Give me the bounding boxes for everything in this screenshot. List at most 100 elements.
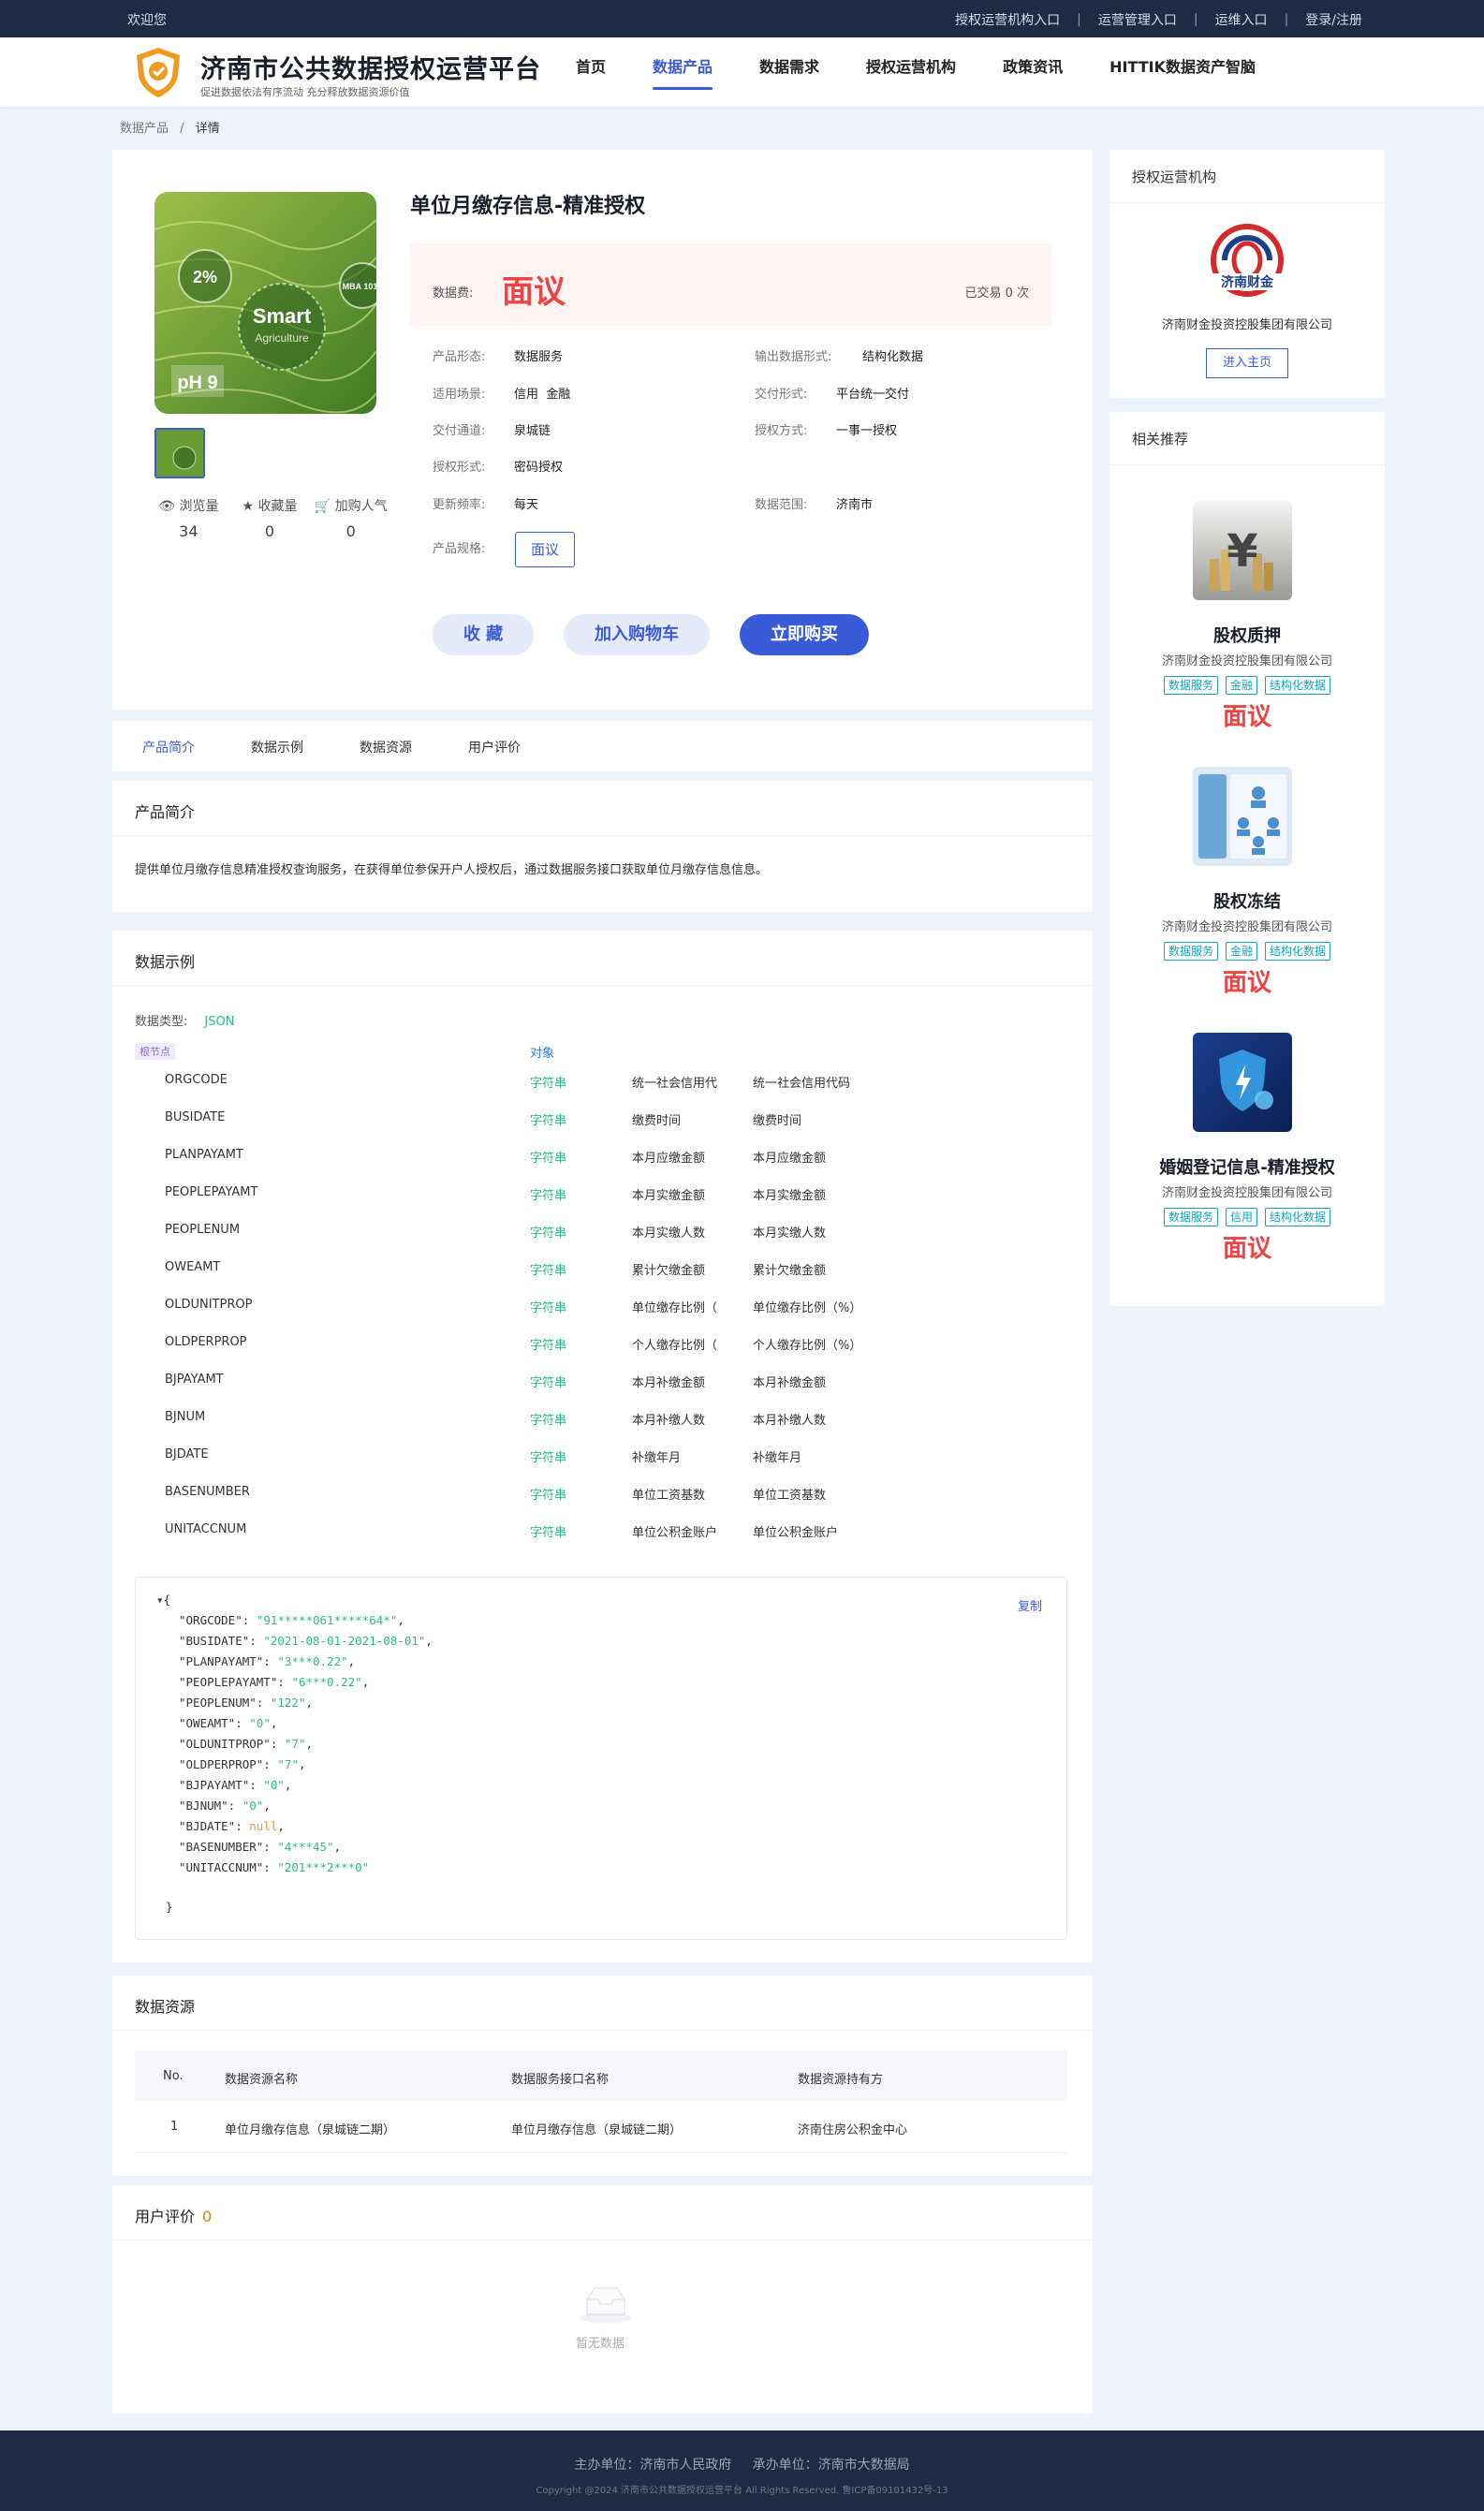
json-line: "BJPAYAMT": "0", (179, 1778, 291, 1792)
favorite-button[interactable]: 收 藏 (433, 614, 534, 655)
field-remark: 本月补缴金额 (753, 1376, 827, 1390)
json-open-brace[interactable]: ▾{ (156, 1593, 170, 1607)
field-remark: 本月实缴人数 (753, 1226, 827, 1241)
breadcrumb-current: 详情 (195, 122, 220, 136)
empty-box-icon (580, 2287, 632, 2323)
field-name: BJNUM (165, 1410, 206, 1424)
buy-now-button[interactable]: 立即购买 (740, 614, 869, 655)
divider (1109, 202, 1385, 203)
attr-form: 产品形态: 数据服务 (433, 350, 564, 364)
tab-reviews[interactable]: 用户评价 (468, 738, 521, 756)
json-line: "BJNUM": "0", (179, 1799, 271, 1813)
col-resource-name: 数据资源名称 (225, 2073, 299, 2087)
recommendation-item[interactable]: ¥ 股权质押 济南财金投资控股集团有限公司 数据服务 金融 结构化数据 面议 (1109, 501, 1385, 754)
operator-title: 授权运营机构 (1132, 169, 1217, 185)
add-to-cart-button[interactable]: 加入购物车 (564, 614, 710, 655)
maintenance-link[interactable]: 运维入口 (1215, 10, 1268, 29)
field-type: 字符串 (530, 1376, 567, 1390)
json-key: "BJPAYAMT": (179, 1778, 264, 1792)
breadcrumb-parent[interactable]: 数据产品 (120, 122, 169, 136)
json-comma: , (284, 1778, 292, 1792)
divider (112, 2239, 1093, 2240)
field-name: OWEAMT (165, 1260, 221, 1274)
copy-button[interactable]: 复制 (1018, 1596, 1042, 1614)
tab-intro[interactable]: 产品简介 (142, 738, 195, 756)
nav-home[interactable]: 首页 (576, 37, 606, 107)
field-row: OWEAMT 字符串 累计欠缴金额 累计欠缴金额 (112, 1260, 1093, 1298)
json-line: "BJDATE": null, (179, 1819, 285, 1833)
field-row: PEOPLENUM 字符串 本月实缴人数 本月实缴人数 (112, 1223, 1093, 1260)
product-thumbnail[interactable] (154, 428, 205, 478)
json-key: "PLANPAYAMT": (179, 1654, 278, 1668)
field-desc: 本月应缴金额 (632, 1152, 706, 1166)
price-box: 数据费: 面议 已交易 0 次 (410, 243, 1051, 326)
field-remark: 个人缴存比例（%） (753, 1339, 862, 1353)
resources-title: 数据资源 (135, 1998, 196, 2016)
intro-text: 提供单位月缴存信息精准授权查询服务，在获得单位参保开户人授权后，通过数据服务接口… (135, 863, 769, 877)
nav-data-products[interactable]: 数据产品 (653, 37, 713, 107)
json-key: "OWEAMT": (179, 1716, 250, 1730)
data-type: 数据类型: JSON (135, 1011, 234, 1029)
field-name: OLDUNITPROP (165, 1298, 253, 1312)
tag: 信用 (1225, 1208, 1257, 1226)
recommendation-company: 济南财金投资控股集团有限公司 (1161, 654, 1332, 668)
field-row: BJDATE 字符串 补缴年月 补缴年月 (112, 1447, 1093, 1485)
nav-hittik[interactable]: HITTIK数据资产智脑 (1109, 37, 1256, 107)
nav-operators[interactable]: 授权运营机构 (866, 37, 956, 107)
recommendation-item[interactable]: 股权冻结 济南财金投资控股集团有限公司 数据服务 金融 结构化数据 面议 (1109, 767, 1385, 1020)
platform-subtitle: 促进数据依法有序流动 充分释放数据资源价值 (200, 86, 410, 98)
json-key: "PEOPLENUM": (179, 1696, 271, 1710)
json-value: null (249, 1819, 278, 1833)
nav-data-demands[interactable]: 数据需求 (759, 37, 819, 107)
json-line: "BUSIDATE": "2021-08-01-2021-08-01", (179, 1634, 433, 1648)
attr-output: 输出数据形式: 结构化数据 (755, 350, 924, 364)
attr-auth: 授权方式: 一事一授权 (755, 424, 898, 438)
field-row: PEOPLEPAYAMT 字符串 本月实缴金额 本月实缴金额 (112, 1185, 1093, 1223)
shield-logo-icon[interactable] (131, 45, 185, 99)
price-label: 数据费: (433, 286, 474, 301)
enter-homepage-button[interactable]: 进入主页 (1206, 348, 1288, 378)
login-register-link[interactable]: 登录/注册 (1305, 10, 1362, 29)
json-line: "PEOPLEPAYAMT": "6***0.22", (179, 1675, 369, 1689)
attr-frequency: 更新频率: 每天 (433, 498, 539, 512)
recommendation-tags: 数据服务 信用 结构化数据 (1109, 1208, 1385, 1226)
intro-section: 产品简介 提供单位月缴存信息精准授权查询服务，在获得单位参保开户人授权后，通过数… (112, 781, 1093, 912)
product-detail-card: Smart Agriculture 2% pH 9 MBA 1010 👁 浏览量… (112, 150, 1093, 710)
json-value: "0" (242, 1799, 264, 1813)
json-line: "OLDPERPROP": "7", (179, 1757, 305, 1771)
operator-portal-link[interactable]: 授权运营机构入口 (955, 10, 1060, 29)
footer-copyright: Copyright @2024 济南市公共数据授权运营平台 All Rights… (536, 2486, 948, 2496)
recommendation-item[interactable]: 婚姻登记信息-精准授权 济南财金投资控股集团有限公司 数据服务 信用 结构化数据… (1109, 1033, 1385, 1285)
field-row: BJNUM 字符串 本月补缴人数 本月补缴人数 (112, 1410, 1093, 1447)
field-remark: 累计欠缴金额 (753, 1264, 827, 1278)
root-node-tag: 根节点 (135, 1043, 175, 1060)
json-key: "BJDATE": (179, 1819, 250, 1833)
field-name: BASENUMBER (165, 1485, 250, 1499)
field-type: 字符串 (530, 1489, 567, 1503)
ops-admin-link[interactable]: 运营管理入口 (1098, 10, 1177, 29)
breadcrumb-sep: / (180, 122, 184, 136)
nav-policy-news[interactable]: 政策资讯 (1003, 37, 1063, 107)
tab-sample[interactable]: 数据示例 (251, 738, 303, 756)
star-icon: ★ (242, 499, 255, 514)
json-line: "BASENUMBER": "4***45", (179, 1840, 341, 1854)
attr-spec: 产品规格: (433, 542, 486, 556)
cell-api-name: 单位月缴存信息（泉城链二期） (511, 2123, 683, 2137)
json-line: "UNITACCNUM": "201***2***0" (179, 1860, 369, 1874)
json-key: "PEOPLEPAYAMT": (179, 1675, 292, 1689)
recommendation-price: 面议 (1222, 969, 1271, 997)
product-stats: 👁 浏览量 34 ★ 收藏量 0 🛒 加购人气 0 (152, 496, 395, 540)
favorites-label: 收藏量 (257, 499, 298, 514)
json-value: "91*****061*****64*" (256, 1613, 398, 1627)
recommendation-name: 股权冻结 (1213, 892, 1281, 912)
json-value: "7" (277, 1757, 299, 1771)
spec-option-button[interactable]: 面议 (515, 532, 575, 567)
marriage-registration-image (1193, 1033, 1292, 1132)
reviews-section: 用户评价 0 暂无数据 (112, 2185, 1093, 2414)
tag: 数据服务 (1163, 942, 1218, 961)
traded-count: 已交易 0 次 (964, 286, 1029, 301)
field-remark: 补缴年月 (753, 1451, 802, 1465)
field-name: BJDATE (165, 1447, 209, 1461)
json-value: "4***45" (277, 1840, 334, 1854)
tab-resources[interactable]: 数据资源 (360, 738, 412, 756)
